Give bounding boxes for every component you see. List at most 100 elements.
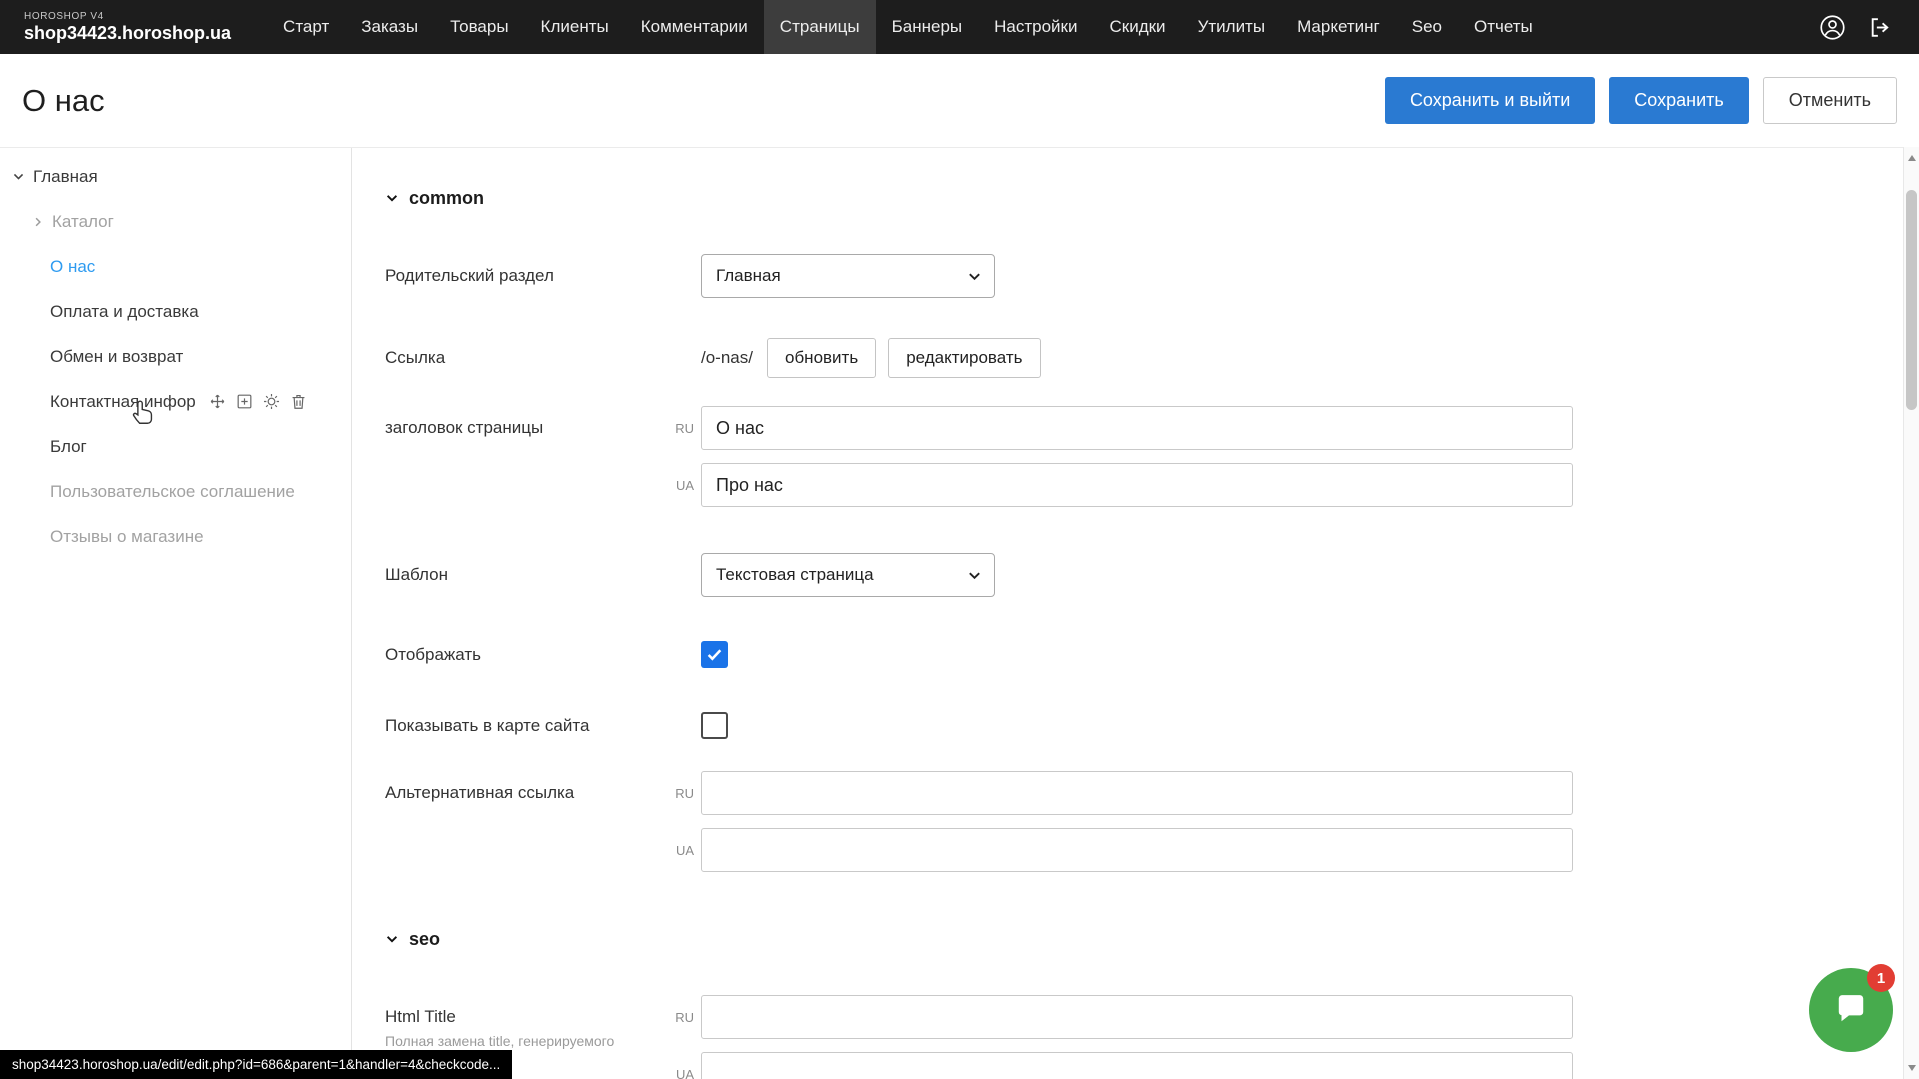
tree-item-otzyvy[interactable]: Отзывы о магазине <box>0 514 351 559</box>
tree-item-kontaktnaya[interactable]: Контактная инфор <box>0 379 351 424</box>
tree-item-o-nas[interactable]: О нас <box>0 244 351 289</box>
chat-widget-button[interactable]: 1 <box>1809 968 1893 1052</box>
lang-stack: RU UA <box>673 771 1573 872</box>
trash-icon[interactable] <box>289 392 308 411</box>
lang-tag-ru: RU <box>673 421 701 436</box>
menu-banners[interactable]: Баннеры <box>876 0 979 54</box>
tree-item-actions <box>208 392 308 411</box>
menu-start[interactable]: Старт <box>267 0 345 54</box>
html-title-ua-input[interactable] <box>701 1052 1573 1079</box>
tree-item-obmen[interactable]: Обмен и возврат <box>0 334 351 379</box>
body-area: Главная Каталог О нас Оплата и доставка … <box>0 147 1919 1079</box>
field-label: Шаблон <box>385 553 701 597</box>
save-exit-button[interactable]: Сохранить и выйти <box>1385 77 1595 124</box>
scroll-down-arrow[interactable] <box>1904 1059 1919 1077</box>
chat-bubble-icon <box>1832 991 1870 1029</box>
lang-row-ru: RU <box>673 995 1573 1039</box>
field-label: Html Title <box>385 1007 673 1027</box>
html-title-ru-input[interactable] <box>701 995 1573 1039</box>
template-row: Шаблон Текстовая страница <box>385 553 1919 597</box>
page-title-ua-input[interactable] <box>701 463 1573 507</box>
tree-item-label: Главная <box>33 167 98 187</box>
page-tree-sidebar: Главная Каталог О нас Оплата и доставка … <box>0 148 352 1079</box>
add-page-icon[interactable] <box>235 392 254 411</box>
lang-tag-ru: RU <box>673 1010 701 1025</box>
tree-item-label: Блог <box>50 437 87 457</box>
page-title-row: заголовок страницы RU UA <box>385 406 1919 507</box>
menu-seo[interactable]: Seo <box>1396 0 1458 54</box>
chevron-right-icon[interactable] <box>32 216 44 228</box>
account-icon[interactable] <box>1819 14 1846 41</box>
display-checkbox[interactable] <box>701 641 728 668</box>
menu-marketing[interactable]: Маркетинг <box>1281 0 1396 54</box>
sitemap-row: Показывать в карте сайта <box>385 712 1919 739</box>
scroll-up-arrow[interactable] <box>1904 149 1919 167</box>
lang-stack: RU UA <box>673 406 1573 507</box>
field-label: Отображать <box>385 645 701 665</box>
field-label: Ссылка <box>385 338 701 378</box>
lang-row-ua: UA <box>673 1052 1573 1079</box>
tree-item-label: Обмен и возврат <box>50 347 183 367</box>
section-title: common <box>409 188 484 209</box>
brand-domain: shop34423.horoshop.ua <box>24 23 231 44</box>
field-label: Родительский раздел <box>385 254 701 298</box>
select-value: Главная <box>716 266 781 286</box>
tree-item-katalog[interactable]: Каталог <box>0 199 351 244</box>
gear-icon[interactable] <box>262 392 281 411</box>
save-button[interactable]: Сохранить <box>1609 77 1748 124</box>
top-menu: Старт Заказы Товары Клиенты Комментарии … <box>267 0 1549 54</box>
menu-products[interactable]: Товары <box>434 0 524 54</box>
tree-item-soglashenie[interactable]: Пользовательское соглашение <box>0 469 351 514</box>
cancel-button[interactable]: Отменить <box>1763 77 1897 124</box>
page-url-text: /o-nas/ <box>701 348 753 368</box>
template-select[interactable]: Текстовая страница <box>701 553 995 597</box>
lang-tag-ru: RU <box>673 786 701 801</box>
menu-clients[interactable]: Клиенты <box>525 0 625 54</box>
menu-discounts[interactable]: Скидки <box>1093 0 1181 54</box>
edit-form: common Родительский раздел Главная Ссылк… <box>352 148 1919 1079</box>
tree-item-glavnaya[interactable]: Главная <box>0 154 351 199</box>
brand[interactable]: HOROSHOP V4 shop34423.horoshop.ua <box>0 0 257 54</box>
lang-tag-ua: UA <box>673 843 701 858</box>
page-title-ru-input[interactable] <box>701 406 1573 450</box>
vertical-scrollbar[interactable] <box>1903 147 1919 1079</box>
field-label-block: Html Title Полная замена title, генериру… <box>385 995 673 1049</box>
link-row: Ссылка /o-nas/ обновить редактировать <box>385 338 1919 378</box>
tree-item-label: Отзывы о магазине <box>50 527 204 547</box>
html-title-row: Html Title Полная замена title, генериру… <box>385 995 1919 1079</box>
chevron-down-icon <box>967 568 982 583</box>
lang-tag-ua: UA <box>673 1067 701 1079</box>
topbar: HOROSHOP V4 shop34423.horoshop.ua Старт … <box>0 0 1919 54</box>
field-label: заголовок страницы <box>385 406 673 450</box>
logout-icon[interactable] <box>1868 15 1893 40</box>
menu-comments[interactable]: Комментарии <box>625 0 764 54</box>
tree-item-blog[interactable]: Блог <box>0 424 351 469</box>
update-link-button[interactable]: обновить <box>767 338 876 378</box>
menu-settings[interactable]: Настройки <box>978 0 1093 54</box>
alt-link-row: Альтернативная ссылка RU UA <box>385 771 1919 872</box>
topbar-right <box>1819 0 1919 54</box>
menu-orders[interactable]: Заказы <box>345 0 434 54</box>
move-icon[interactable] <box>208 392 227 411</box>
menu-pages[interactable]: Страницы <box>764 0 876 54</box>
field-label: Показывать в карте сайта <box>385 716 701 736</box>
lang-stack: RU UA <box>673 995 1573 1079</box>
menu-reports[interactable]: Отчеты <box>1458 0 1549 54</box>
tree-item-label: О нас <box>50 257 95 277</box>
chevron-down-icon <box>385 191 399 205</box>
tree-item-oplata[interactable]: Оплата и доставка <box>0 289 351 334</box>
alt-link-ru-input[interactable] <box>701 771 1573 815</box>
parent-section-row: Родительский раздел Главная <box>385 254 1919 298</box>
alt-link-ua-input[interactable] <box>701 828 1573 872</box>
chevron-down-icon[interactable] <box>12 170 25 183</box>
sitemap-checkbox[interactable] <box>701 712 728 739</box>
parent-section-select[interactable]: Главная <box>701 254 995 298</box>
display-row: Отображать <box>385 641 1919 668</box>
menu-utilities[interactable]: Утилиты <box>1182 0 1282 54</box>
chevron-down-icon <box>967 269 982 284</box>
section-common-toggle[interactable]: common <box>385 186 1919 210</box>
brand-version: HOROSHOP V4 <box>24 11 231 22</box>
scroll-thumb[interactable] <box>1906 190 1917 410</box>
section-seo-toggle[interactable]: seo <box>385 927 1919 951</box>
edit-link-button[interactable]: редактировать <box>888 338 1040 378</box>
